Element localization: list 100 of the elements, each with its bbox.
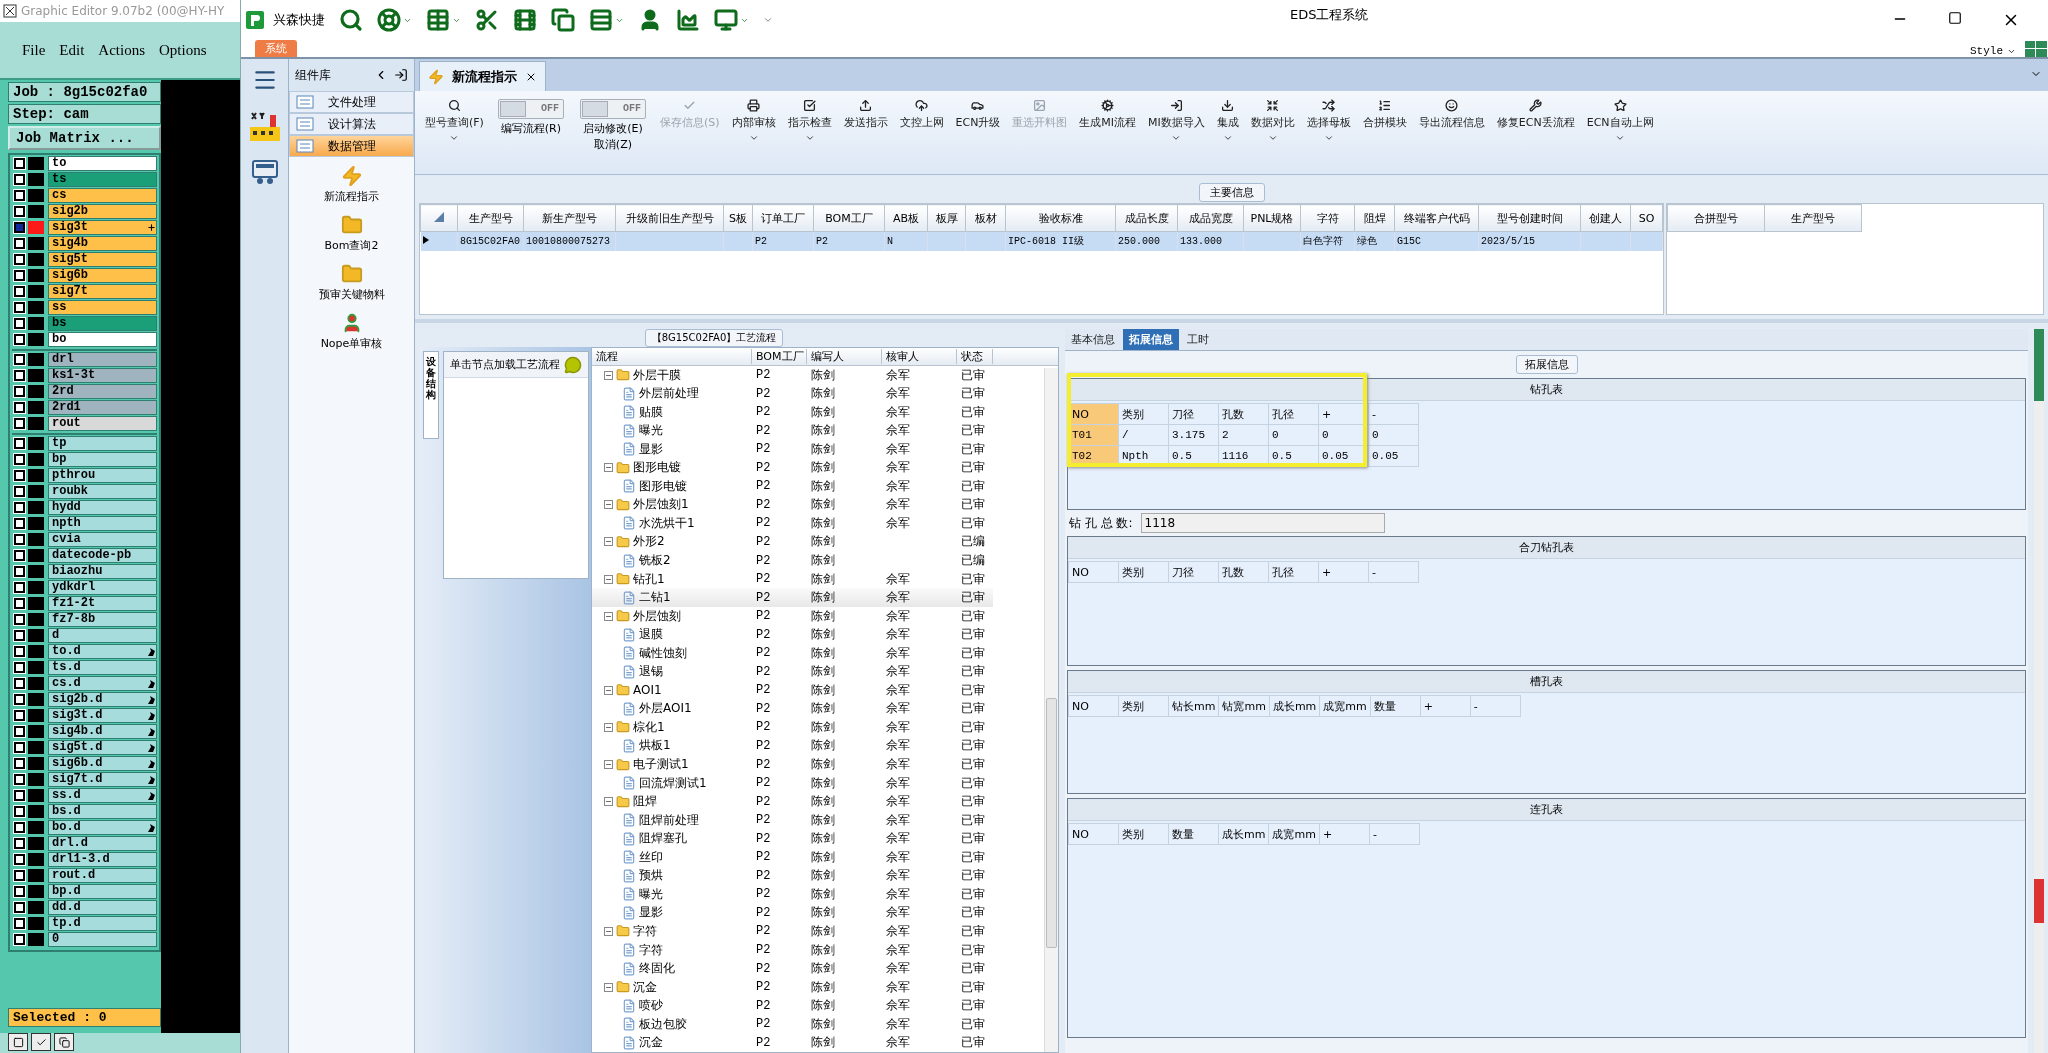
layer-checkbox[interactable] bbox=[14, 566, 25, 577]
tree-row[interactable]: 字符 P2 陈剑 佘军 已审 bbox=[592, 922, 993, 941]
tree-row[interactable]: 钻孔1 P2 陈剑 佘军 已审 bbox=[592, 569, 993, 589]
layer-checkbox[interactable] bbox=[14, 678, 25, 689]
layer-name[interactable]: sig3t.d bbox=[48, 708, 157, 723]
layer-checkbox[interactable] bbox=[14, 318, 25, 329]
layer-checkbox[interactable] bbox=[14, 534, 25, 545]
layer-checkbox[interactable] bbox=[14, 854, 25, 865]
layer-checkbox[interactable] bbox=[14, 206, 25, 217]
layer-name[interactable]: bs bbox=[48, 316, 157, 331]
menu-item[interactable]: Options bbox=[159, 41, 207, 59]
category-item[interactable]: 设计算法 bbox=[289, 113, 414, 135]
layer-name[interactable]: 0 bbox=[48, 932, 157, 947]
layer-name[interactable]: to bbox=[48, 156, 157, 171]
toolbar-button[interactable]: 生成MI流程 bbox=[1073, 97, 1143, 132]
layer-name[interactable]: dd.d bbox=[48, 900, 157, 915]
toolbar-button[interactable]: 内部审核 bbox=[725, 97, 782, 145]
tree-row[interactable]: 显影 P2 陈剑 佘军 已审 bbox=[592, 439, 993, 459]
tab[interactable]: 拓展信息 bbox=[1123, 329, 1179, 350]
layer-checkbox[interactable] bbox=[14, 518, 25, 529]
layer-name[interactable]: drl1-3.d bbox=[48, 852, 157, 867]
layer-checkbox[interactable] bbox=[14, 550, 25, 561]
toolbar-button[interactable]: MI数据导入 bbox=[1142, 97, 1211, 145]
tree-row[interactable]: 外层前处理 P2 陈剑 佘军 已审 bbox=[592, 384, 993, 403]
layer-name[interactable]: cs.d bbox=[48, 676, 157, 691]
tree-row[interactable]: 外层干膜 P2 陈剑 佘军 已审 bbox=[592, 365, 993, 385]
layer-name[interactable]: ts bbox=[48, 172, 157, 187]
layer-checkbox[interactable] bbox=[14, 502, 25, 513]
tree-row[interactable]: 阻焊 P2 陈剑 佘军 已审 bbox=[592, 792, 993, 811]
layer-name[interactable]: hydd bbox=[48, 500, 157, 515]
tree-row[interactable]: 图形电镀 P2 陈剑 佘军 已审 bbox=[592, 458, 993, 478]
menu-item[interactable]: Edit bbox=[59, 41, 85, 59]
layer-name[interactable]: ss bbox=[48, 300, 157, 315]
layer-name[interactable]: sig2b.d bbox=[48, 692, 157, 707]
tree-row[interactable]: 阻焊前处理 P2 陈剑 佘军 已审 bbox=[592, 810, 993, 830]
layer-name[interactable]: bo.d bbox=[48, 820, 157, 835]
layer-checkbox[interactable] bbox=[14, 838, 25, 849]
category-item[interactable]: 数据管理 bbox=[289, 135, 414, 157]
tree-row[interactable]: 烘板1 P2 陈剑 佘军 已审 bbox=[592, 736, 993, 756]
layer-checkbox[interactable] bbox=[14, 286, 25, 297]
layer-name[interactable]: sig5t.d bbox=[48, 740, 157, 755]
lifebuoy-icon[interactable] bbox=[377, 8, 412, 32]
layer-name[interactable]: cvia bbox=[48, 532, 157, 547]
side-tab[interactable]: 设备结构 bbox=[423, 351, 439, 439]
layer-checkbox[interactable] bbox=[14, 222, 25, 233]
layer-checkbox[interactable] bbox=[14, 774, 25, 785]
layer-name[interactable]: bs.d bbox=[48, 804, 157, 819]
tree-row[interactable]: 外层蚀刻1 P2 陈剑 佘军 已审 bbox=[592, 495, 993, 515]
layer-checkbox[interactable] bbox=[14, 454, 25, 465]
layer-checkbox[interactable] bbox=[14, 354, 25, 365]
tree-row[interactable]: 丝印 P2 陈剑 佘军 已审 bbox=[592, 848, 993, 867]
layer-checkbox[interactable] bbox=[14, 806, 25, 817]
tree-row[interactable]: 外层AOI1 P2 陈剑 佘军 已审 bbox=[592, 699, 993, 719]
tree-row[interactable]: 棕化1 P2 陈剑 佘军 已审 bbox=[592, 718, 993, 737]
copy-icon[interactable] bbox=[551, 8, 575, 32]
component-item[interactable]: 预审关键物料 bbox=[289, 255, 414, 304]
tree-row[interactable]: 铣板2 P2 陈剑 已编 bbox=[592, 551, 993, 570]
layer-name[interactable]: sig2b bbox=[48, 204, 157, 219]
layer-checkbox[interactable] bbox=[14, 386, 25, 397]
layer-name[interactable]: pthrou bbox=[48, 468, 157, 483]
layer-name[interactable]: ydkdrl bbox=[48, 580, 157, 595]
layer-checkbox[interactable] bbox=[14, 486, 25, 497]
pin-icon[interactable] bbox=[394, 68, 408, 82]
toolbar-icon[interactable] bbox=[31, 1033, 51, 1051]
total-field[interactable]: 1118 bbox=[1140, 513, 1385, 533]
tree-row[interactable]: 贴膜 P2 陈剑 佘军 已审 bbox=[592, 402, 993, 422]
tree-row[interactable]: 退膜 P2 陈剑 佘军 已审 bbox=[592, 625, 993, 644]
toggle-switch[interactable]: OFF 编写流程(R) bbox=[489, 97, 572, 139]
monitor-icon[interactable] bbox=[714, 8, 749, 32]
table-row[interactable]: 8G15C02FA0 10010800075273 P2 P2 N IPC-6018 II级 250.000 133.000 白色字符 绿色 G15C 2023/5/15 bbox=[420, 231, 1663, 251]
layer-checkbox[interactable] bbox=[14, 174, 25, 185]
tree-row[interactable]: 沉金 P2 陈剑 佘军 已审 bbox=[592, 977, 993, 997]
layer-name[interactable]: rout bbox=[48, 416, 157, 431]
layer-checkbox[interactable] bbox=[14, 598, 25, 609]
maximize-icon[interactable] bbox=[1948, 11, 1962, 25]
job-matrix-button[interactable]: Job Matrix ... bbox=[8, 126, 161, 150]
layer-name[interactable]: datecode-pb bbox=[48, 548, 157, 563]
layer-checkbox[interactable] bbox=[14, 270, 25, 281]
tree-row[interactable]: 字符 P2 陈剑 佘军 已审 bbox=[592, 940, 993, 960]
layer-name[interactable]: bo bbox=[48, 332, 157, 347]
toolbar-button[interactable]: 型号查询(F) bbox=[419, 97, 490, 145]
layer-name[interactable]: sig4b.d bbox=[48, 724, 157, 739]
toolbar-icon[interactable] bbox=[8, 1033, 28, 1051]
layer-checkbox[interactable] bbox=[14, 630, 25, 641]
toolbar-button[interactable]: 导出流程信息 bbox=[1412, 97, 1491, 132]
category-item[interactable]: 文件处理 bbox=[289, 91, 414, 113]
layer-name[interactable]: sig4b bbox=[48, 236, 157, 251]
toolbar-button[interactable]: 合拼模块 bbox=[1356, 97, 1413, 132]
style-dropdown[interactable]: Style bbox=[1970, 45, 2016, 57]
layer-name[interactable]: sig7t.d bbox=[48, 772, 157, 787]
layer-checkbox[interactable] bbox=[14, 190, 25, 201]
component-item[interactable]: Nope单审核 bbox=[289, 304, 414, 353]
rows-icon[interactable] bbox=[589, 8, 624, 32]
layer-name[interactable]: bp.d bbox=[48, 884, 157, 899]
layer-name[interactable]: 2rd bbox=[48, 384, 157, 399]
layer-name[interactable]: to.d bbox=[48, 644, 157, 659]
layer-name[interactable]: rout.d bbox=[48, 868, 157, 883]
layer-checkbox[interactable] bbox=[14, 582, 25, 593]
search-icon[interactable] bbox=[339, 8, 363, 32]
film-icon[interactable] bbox=[513, 8, 537, 32]
